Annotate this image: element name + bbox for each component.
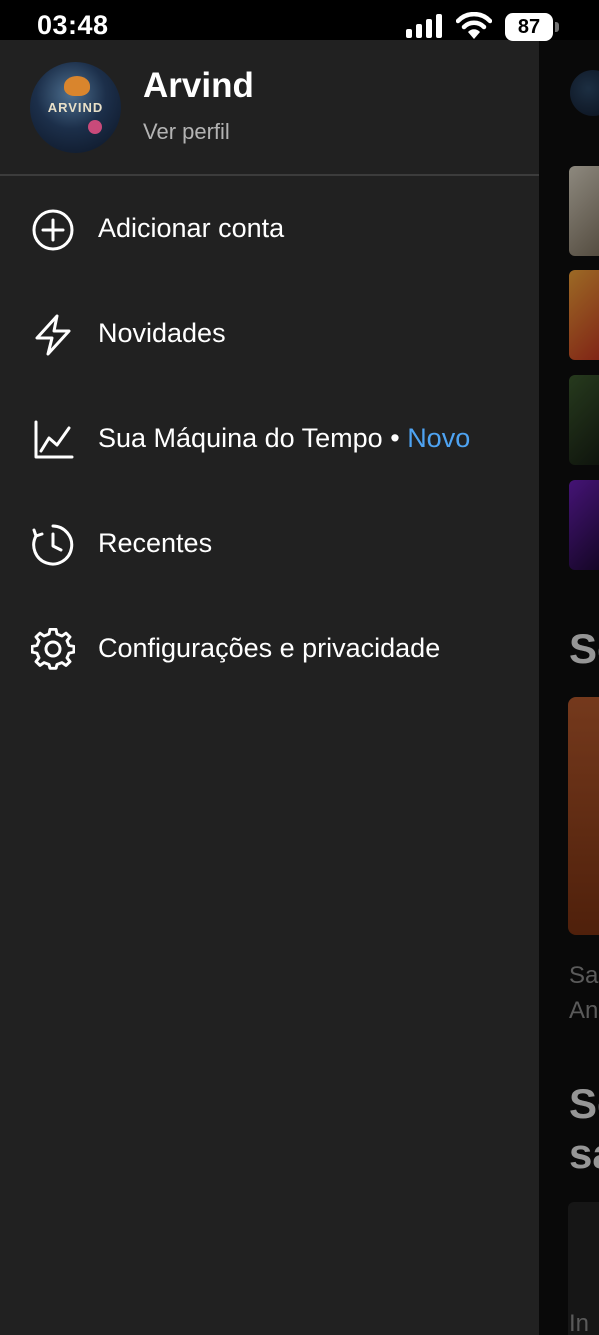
menu-item-label: Novidades <box>98 318 226 348</box>
menu-item-time-machine[interactable]: Sua Máquina do Tempo • Novo <box>0 389 539 489</box>
menu-item-label-group: Sua Máquina do Tempo • Novo <box>98 423 470 454</box>
profile-name[interactable]: Arvind <box>143 66 254 106</box>
avatar[interactable]: ARVIND <box>30 62 121 153</box>
menu-item-label: Adicionar conta <box>98 213 285 243</box>
separator-dot: • <box>390 423 400 453</box>
lightning-icon <box>35 314 71 356</box>
line-chart-icon <box>34 420 74 459</box>
cellular-signal-icon <box>406 14 442 38</box>
gear-icon <box>31 628 75 670</box>
menu-item-settings-privacy[interactable]: Configurações e privacidade <box>0 599 539 699</box>
battery-tip <box>555 22 559 32</box>
history-clock-icon <box>32 524 74 566</box>
background-home-screen[interactable]: Se Sa An Se sa In <box>539 40 599 1335</box>
drawer-scrim[interactable] <box>539 40 599 1335</box>
side-drawer: ARVIND Arvind Ver perfil Adicionar conta… <box>0 40 539 1335</box>
profile-header[interactable]: ARVIND Arvind Ver perfil <box>0 40 539 174</box>
wifi-icon <box>456 12 492 39</box>
avatar-planet-shape <box>64 76 90 96</box>
menu-item-add-account[interactable]: Adicionar conta <box>0 179 539 279</box>
add-circle-icon <box>32 209 74 251</box>
avatar-text: ARVIND <box>47 100 104 115</box>
battery-level: 87 <box>517 16 541 38</box>
battery-icon: 87 <box>505 13 553 41</box>
menu-item-label: Configurações e privacidade <box>98 633 441 663</box>
menu-item-label: Sua Máquina do Tempo <box>98 423 383 453</box>
menu-item-whats-new[interactable]: Novidades <box>0 284 539 384</box>
menu-item-recents[interactable]: Recentes <box>0 494 539 594</box>
menu-item-label: Recentes <box>98 528 213 558</box>
status-time: 03:48 <box>37 10 109 40</box>
new-badge: Novo <box>407 423 471 453</box>
view-profile-link[interactable]: Ver perfil <box>143 119 230 145</box>
divider <box>0 174 539 176</box>
status-bar: 03:48 87 <box>0 0 599 41</box>
avatar-orb-shape <box>88 120 102 134</box>
